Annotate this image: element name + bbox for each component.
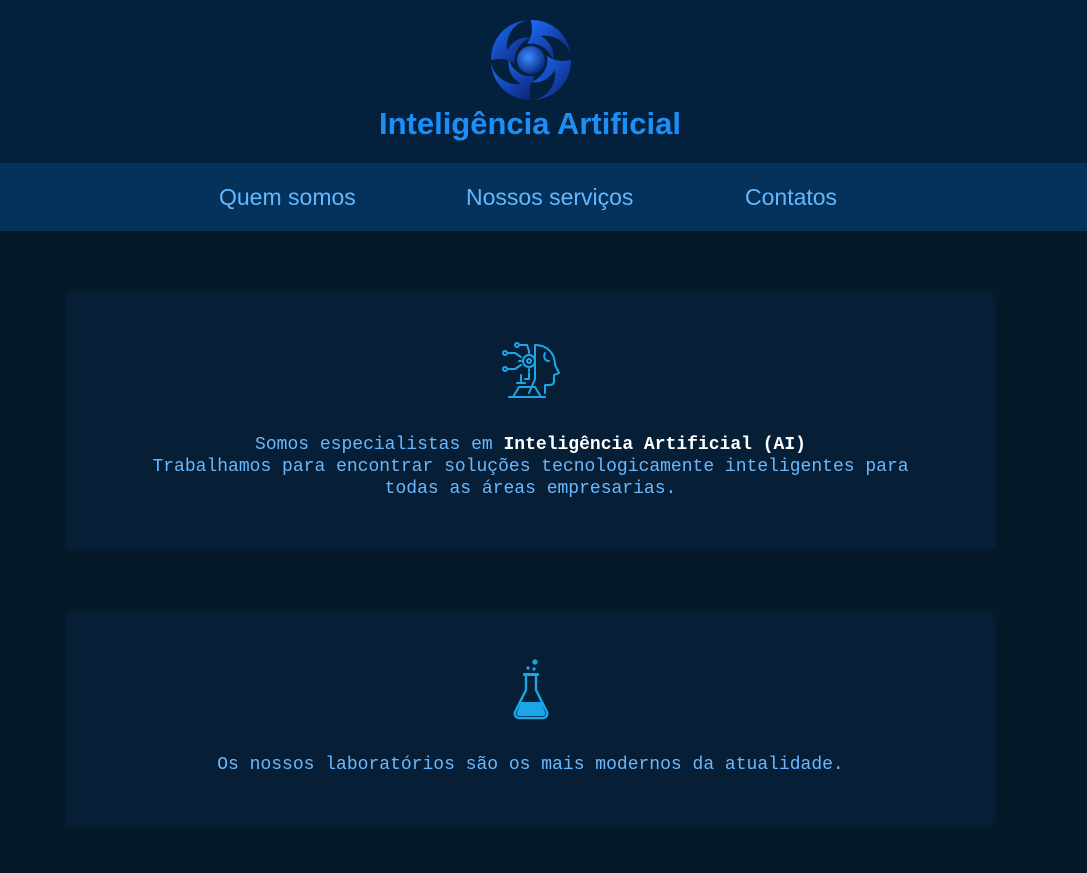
about-text-line-1: Somos especialistas em Inteligência Arti… — [65, 434, 996, 456]
site-header: Inteligência Artificial — [0, 0, 1087, 163]
about-text-line-2: Trabalhamos para encontrar soluções tecn… — [152, 457, 909, 477]
about-text: Somos especialistas em Inteligência Arti… — [65, 434, 996, 500]
ai-head-circuit-icon — [502, 342, 560, 398]
labs-card: Os nossos laboratórios são os mais moder… — [65, 611, 996, 827]
about-card: Somos especialistas em Inteligência Arti… — [65, 291, 996, 551]
nav-link-nossos-servicos[interactable]: Nossos serviços — [466, 163, 633, 231]
labs-text: Os nossos laboratórios são os mais moder… — [217, 755, 844, 775]
nav-link-contatos[interactable]: Contatos — [745, 163, 837, 231]
site-title: Inteligência Artificial — [378, 106, 682, 141]
about-text-line-3: todas as áreas empresarias. — [384, 479, 677, 499]
nav-link-quem-somos[interactable]: Quem somos — [219, 163, 356, 231]
swirl-logo-icon[interactable] — [487, 16, 575, 104]
about-text-highlight: Inteligência Artificial (AI) — [503, 435, 806, 455]
flask-icon — [513, 659, 549, 720]
main-nav: Quem somos Nossos serviços Contatos — [0, 163, 1087, 231]
about-text-prefix: Somos especialistas em — [255, 435, 504, 455]
